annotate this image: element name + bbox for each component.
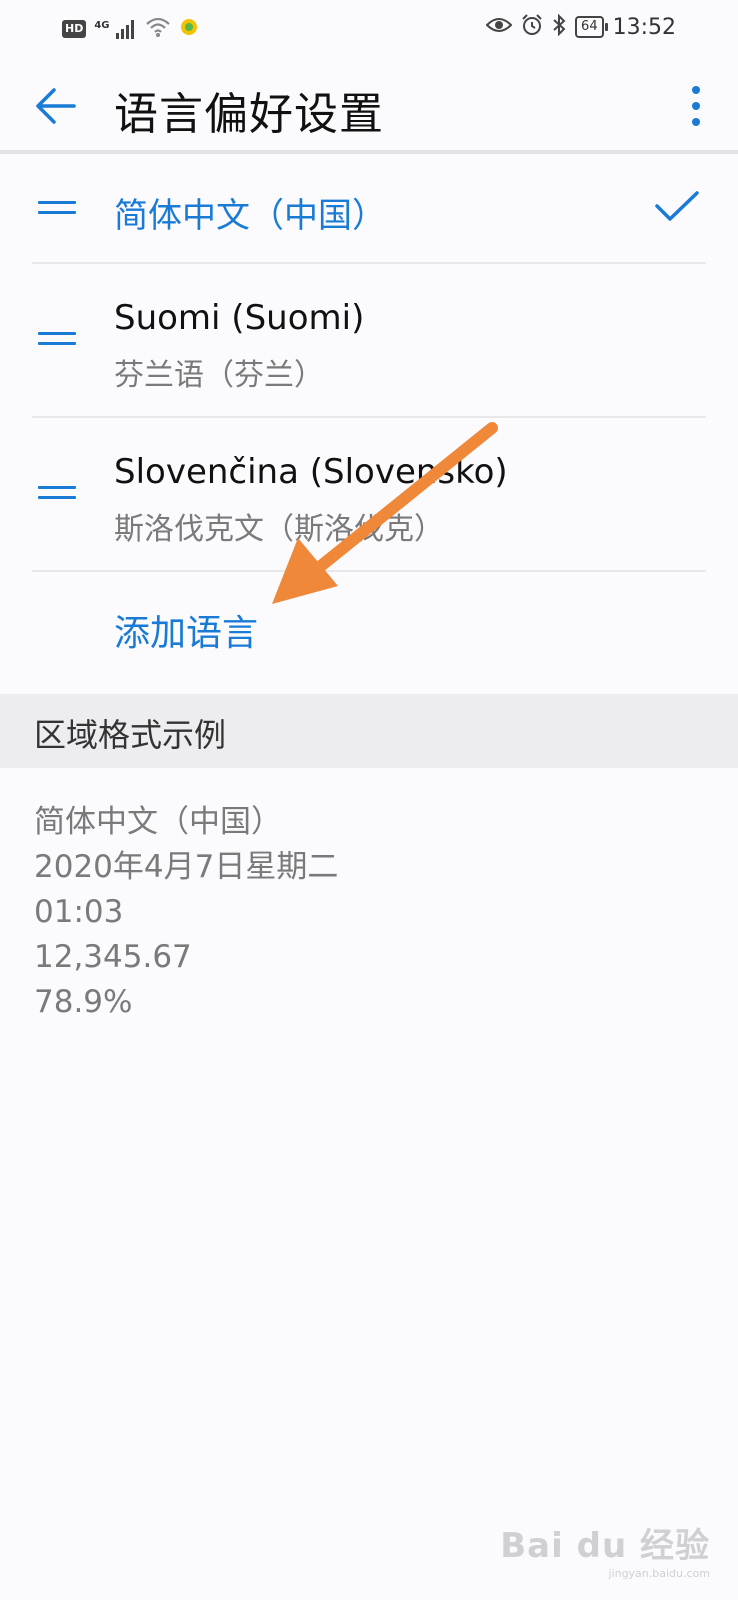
battery-icon: 64 (575, 16, 608, 38)
add-language-button[interactable]: 添加语言 (114, 604, 258, 656)
language-item-finnish[interactable]: Suomi (Suomi) 芬兰语（芬兰） (0, 264, 738, 416)
sample-number: 12,345.67 (34, 939, 192, 975)
app-notification-icon (179, 17, 199, 41)
region-format-samples: 简体中文（中国） 2020年4月7日星期二 01:03 12,345.67 78… (34, 800, 338, 1025)
check-icon (655, 191, 699, 221)
status-bar: HD 4G 64 13:52 (0, 0, 738, 58)
page-title: 语言偏好设置 (114, 89, 384, 140)
more-options-button[interactable] (684, 82, 708, 130)
language-subtitle: 芬兰语（芬兰） (114, 358, 324, 393)
language-item-chinese[interactable]: 简体中文（中国） (0, 154, 738, 262)
wifi-icon (145, 16, 171, 42)
back-button[interactable] (30, 80, 82, 132)
more-vertical-icon (692, 86, 700, 126)
drag-handle-icon[interactable] (38, 486, 76, 500)
status-bar-right: 64 13:52 (485, 13, 676, 40)
network-type: 4G (94, 19, 110, 31)
status-bar-left: HD 4G (62, 16, 199, 42)
arrow-left-icon (36, 88, 76, 124)
hd-badge: HD (62, 20, 87, 38)
region-format-section-header: 区域格式示例 (0, 694, 738, 768)
baidu-watermark: Bai du 经验 jingyan.baidu.com (500, 1518, 710, 1580)
sample-time: 01:03 (34, 894, 124, 930)
language-title: Suomi (Suomi) (114, 298, 365, 338)
section-title: 区域格式示例 (34, 716, 227, 754)
sample-language: 简体中文（中国） (34, 804, 282, 840)
watermark-logo: Bai du 经验 (500, 1526, 710, 1566)
signal-icon: 4G (94, 18, 136, 40)
title-bar: 语言偏好设置 (0, 58, 738, 154)
drag-handle-icon[interactable] (38, 201, 76, 215)
sample-date: 2020年4月7日星期二 (34, 849, 339, 885)
sample-percent: 78.9% (34, 984, 133, 1020)
alarm-icon (521, 14, 543, 40)
annotation-arrow-icon (272, 422, 498, 604)
clock: 13:52 (612, 14, 676, 40)
watermark-url: jingyan.baidu.com (608, 1567, 710, 1580)
language-preferences-screen: HD 4G 64 13:52 语言偏好设置 简体中文（中国） Suomi (Su… (0, 0, 738, 1600)
drag-handle-icon[interactable] (38, 332, 76, 346)
language-title: 简体中文（中国） (114, 196, 386, 236)
eye-icon (485, 15, 513, 39)
bluetooth-icon (552, 13, 566, 40)
